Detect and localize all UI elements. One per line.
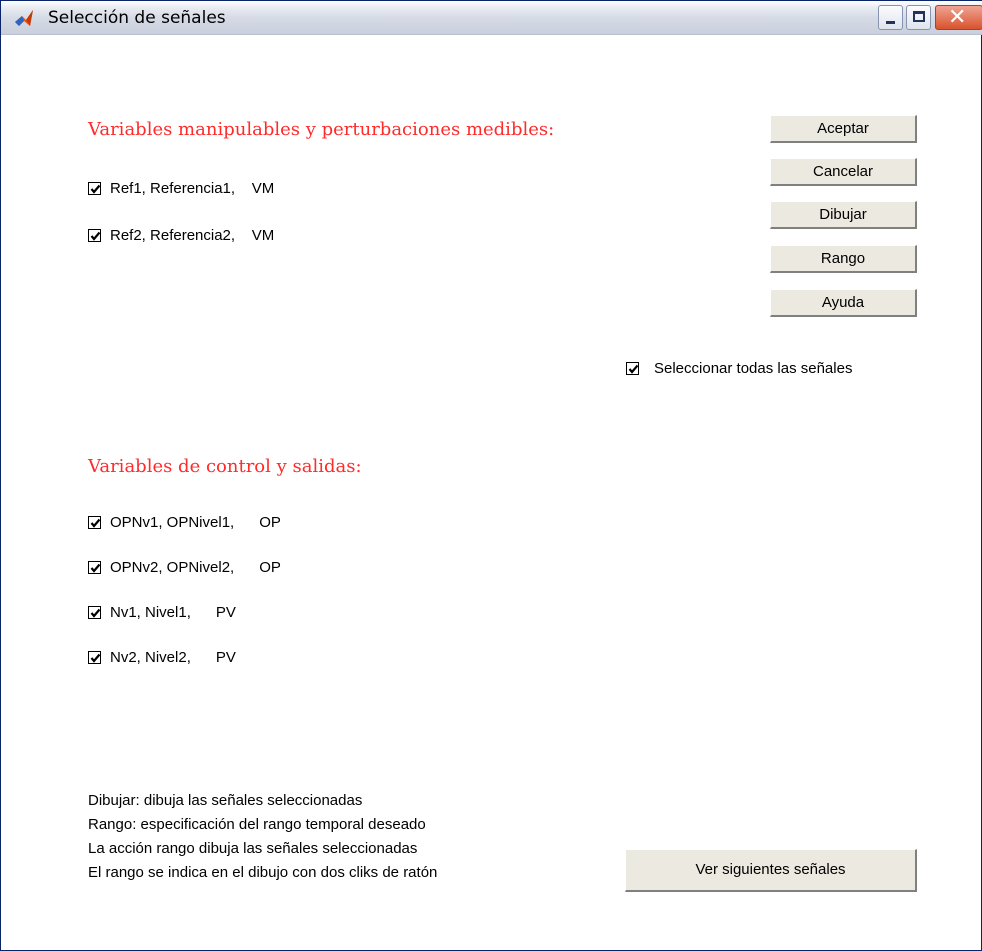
close-icon: ✕ [948, 5, 967, 30]
maximize-button[interactable] [906, 5, 931, 30]
checkbox-nv1[interactable] [88, 606, 101, 619]
checkmark-icon [90, 608, 101, 618]
maximize-icon [913, 11, 925, 22]
heading-manipulated-variables: Variables manipulables y perturbaciones … [88, 119, 555, 140]
minimize-button[interactable] [878, 5, 903, 30]
range-button[interactable]: Rango [770, 245, 917, 273]
help-text-line-3: La acción rango dibuja las señales selec… [88, 840, 418, 857]
signal-label-opnv2: OPNv2, OPNivel2, OP [110, 559, 281, 576]
heading-control-variables: Variables de control y salidas: [88, 456, 362, 477]
help-text-line-4: El rango se indica en el dibujo con dos … [88, 864, 438, 881]
checkmark-icon [628, 364, 639, 374]
select-all-label: Seleccionar todas las señales [654, 360, 853, 377]
checkbox-nv2[interactable] [88, 651, 101, 664]
help-text-line-2: Rango: especificación del rango temporal… [88, 816, 426, 833]
signal-label-nv2: Nv2, Nivel2, PV [110, 649, 236, 666]
checkmark-icon [90, 184, 101, 194]
cancel-button[interactable]: Cancelar [770, 158, 917, 186]
signal-label-ref1: Ref1, Referencia1, VM [110, 180, 275, 197]
draw-button[interactable]: Dibujar [770, 201, 917, 229]
matlab-logo-icon [15, 10, 33, 26]
checkmark-icon [90, 518, 101, 528]
window-title: Selección de señales [48, 8, 226, 28]
checkmark-icon [90, 653, 101, 663]
checkbox-ref2[interactable] [88, 229, 101, 242]
checkmark-icon [90, 231, 101, 241]
checkbox-ref1[interactable] [88, 182, 101, 195]
signal-label-opnv1: OPNv1, OPNivel1, OP [110, 514, 281, 531]
checkbox-opnv1[interactable] [88, 516, 101, 529]
checkbox-opnv2[interactable] [88, 561, 101, 574]
minimize-icon [886, 21, 895, 24]
close-button[interactable]: ✕ [935, 5, 982, 30]
main-window: Selección de señales ✕ Variables manipul… [0, 0, 982, 951]
help-text-line-1: Dibujar: dibuja las señales seleccionada… [88, 792, 363, 809]
signal-label-nv1: Nv1, Nivel1, PV [110, 604, 236, 621]
accept-button[interactable]: Aceptar [770, 115, 917, 143]
next-signals-button[interactable]: Ver siguientes señales [625, 849, 917, 892]
help-button[interactable]: Ayuda [770, 289, 917, 317]
checkmark-icon [90, 563, 101, 573]
signal-label-ref2: Ref2, Referencia2, VM [110, 227, 275, 244]
select-all-checkbox[interactable] [626, 362, 639, 375]
title-bar[interactable]: Selección de señales ✕ [1, 1, 982, 35]
